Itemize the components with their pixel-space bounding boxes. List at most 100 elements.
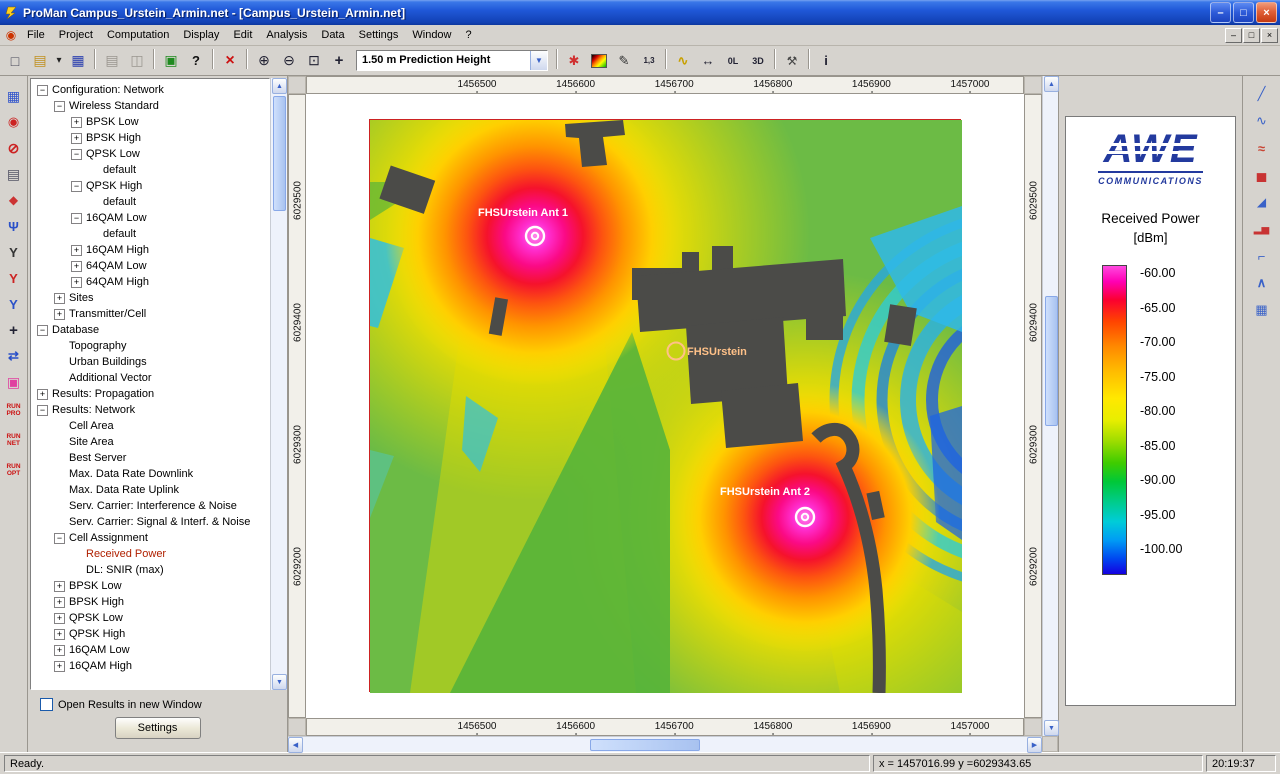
distance-button[interactable]: ↔ (696, 49, 720, 73)
zero-level-button[interactable]: 0L (721, 49, 745, 73)
run-pro-button[interactable]: RUNPRO (2, 396, 26, 424)
display-settings-button[interactable]: ▣ (159, 49, 183, 73)
tree-scrollbar-thumb[interactable] (273, 96, 286, 211)
marker-button[interactable]: ▣ (2, 370, 26, 394)
tree-item[interactable]: Received Power (31, 546, 269, 562)
numbering-button[interactable]: 1,3 (637, 49, 661, 73)
tree-item[interactable]: Max. Data Rate Uplink (31, 482, 269, 498)
record-button[interactable]: ◉ (2, 110, 26, 134)
tree-item[interactable]: −Configuration: Network (31, 82, 269, 98)
grid-table-button[interactable]: ▦ (2, 84, 26, 108)
minimize-button[interactable]: – (1210, 2, 1231, 23)
menu-settings[interactable]: Settings (352, 27, 406, 43)
maximize-button[interactable]: □ (1233, 2, 1254, 23)
combo-dropdown-icon[interactable]: ▼ (530, 51, 547, 70)
chart-profile-button[interactable]: ∧ (1249, 271, 1275, 295)
tree-item[interactable]: Topography (31, 338, 269, 354)
radio-waves-button[interactable]: Ψ (2, 214, 26, 238)
expand-icon[interactable]: + (54, 645, 65, 656)
collapse-icon[interactable]: − (71, 213, 82, 224)
tree-item[interactable]: +BPSK Low (31, 578, 269, 594)
run-opt-button[interactable]: RUNOPT (2, 456, 26, 484)
collapse-icon[interactable]: − (54, 101, 65, 112)
tree-item[interactable]: Cell Area (31, 418, 269, 434)
scroll-up-icon[interactable]: ▲ (272, 78, 287, 94)
expand-icon[interactable]: + (54, 309, 65, 320)
tree-item[interactable]: −16QAM Low (31, 210, 269, 226)
scroll-right-icon[interactable]: ▶ (1027, 737, 1042, 753)
scroll-down-icon[interactable]: ▼ (272, 674, 287, 690)
mdi-close-button[interactable]: × (1261, 28, 1278, 43)
wrench-button[interactable]: ⚒ (780, 49, 804, 73)
tree-item[interactable]: Serv. Carrier: Signal & Interf. & Noise (31, 514, 269, 530)
tree-item[interactable]: −Results: Network (31, 402, 269, 418)
collapse-icon[interactable]: − (54, 533, 65, 544)
tree-item[interactable]: +QPSK Low (31, 610, 269, 626)
tree-item[interactable]: +64QAM Low (31, 258, 269, 274)
antenna-delete-button[interactable]: Y (2, 266, 26, 290)
info-button[interactable]: i (814, 49, 838, 73)
coverage-map[interactable]: FHSUrstein Ant 1 FHSUrstein FHSUrstein A… (369, 119, 961, 692)
new-file-button[interactable]: □ (3, 49, 27, 73)
map-vscroll-thumb[interactable] (1045, 296, 1058, 426)
expand-icon[interactable]: + (71, 261, 82, 272)
menu--[interactable]: ? (459, 27, 479, 43)
expand-icon[interactable]: + (54, 293, 65, 304)
open-results-checkbox[interactable] (40, 698, 53, 711)
chart-threshold-button[interactable]: ≈ (1249, 136, 1275, 160)
prediction-height-combobox[interactable]: 1.50 m Prediction Height ▼ (356, 50, 548, 71)
tree-item[interactable]: Best Server (31, 450, 269, 466)
collapse-icon[interactable]: − (37, 85, 48, 96)
menu-project[interactable]: Project (52, 27, 100, 43)
pencil-button[interactable]: ✎ (612, 49, 636, 73)
tree-item[interactable]: +16QAM Low (31, 642, 269, 658)
expand-icon[interactable]: + (54, 613, 65, 624)
tree-item[interactable]: +16QAM High (31, 658, 269, 674)
tree-item[interactable]: +Sites (31, 290, 269, 306)
palette-button[interactable]: ✱ (562, 49, 586, 73)
zoom-out-button[interactable]: ⊖ (277, 49, 301, 73)
menu-display[interactable]: Display (176, 27, 226, 43)
expand-icon[interactable]: + (71, 277, 82, 288)
scroll-up-icon[interactable]: ▲ (1044, 76, 1059, 92)
open-file-button[interactable]: ▤ (28, 49, 52, 73)
map-horizontal-scrollbar[interactable]: ◀ ▶ (288, 736, 1042, 752)
print-button[interactable]: ▤ (100, 49, 124, 73)
menu-computation[interactable]: Computation (100, 27, 176, 43)
collapse-icon[interactable]: − (71, 149, 82, 160)
tree-scrollbar[interactable]: ▲ ▼ (270, 78, 287, 690)
tree-item[interactable]: Max. Data Rate Downlink (31, 466, 269, 482)
delete-button[interactable]: × (218, 49, 242, 73)
chart-curve-button[interactable]: ∿ (1249, 109, 1275, 133)
scroll-left-icon[interactable]: ◀ (288, 737, 303, 753)
gradient-button[interactable] (587, 49, 611, 73)
help-button[interactable]: ? (184, 49, 208, 73)
menu-edit[interactable]: Edit (226, 27, 259, 43)
doc-results-button[interactable]: ▤ (2, 162, 26, 186)
tree-item[interactable]: −Wireless Standard (31, 98, 269, 114)
chart-matrix-button[interactable]: ▦ (1249, 298, 1275, 322)
tree-item[interactable]: −Cell Assignment (31, 530, 269, 546)
chart-bars-button[interactable]: ▅ (1249, 163, 1275, 187)
collapse-icon[interactable]: − (37, 405, 48, 416)
tree-item[interactable]: +BPSK High (31, 130, 269, 146)
zoom-area-button[interactable]: ⊡ (302, 49, 326, 73)
print-preview-button[interactable]: ◫ (125, 49, 149, 73)
move-diamond-button[interactable]: ◆ (2, 188, 26, 212)
open-dropdown-button[interactable]: ▾ (53, 49, 65, 73)
save-button[interactable]: ▦ (66, 49, 90, 73)
menu-analysis[interactable]: Analysis (259, 27, 314, 43)
expand-icon[interactable]: + (37, 389, 48, 400)
view-3d-button[interactable]: 3D (746, 49, 770, 73)
tree-item[interactable]: Urban Buildings (31, 354, 269, 370)
tree-item[interactable]: default (31, 194, 269, 210)
pan-button[interactable]: + (327, 49, 351, 73)
collapse-icon[interactable]: − (37, 325, 48, 336)
tree-item[interactable]: −QPSK Low (31, 146, 269, 162)
scroll-down-icon[interactable]: ▼ (1044, 720, 1059, 736)
zoom-in-button[interactable]: ⊕ (252, 49, 276, 73)
tree-item[interactable]: DL: SNIR (max) (31, 562, 269, 578)
map-canvas[interactable]: FHSUrstein Ant 1 FHSUrstein FHSUrstein A… (306, 94, 1024, 718)
tree-item[interactable]: +16QAM High (31, 242, 269, 258)
tree-item[interactable]: +64QAM High (31, 274, 269, 290)
